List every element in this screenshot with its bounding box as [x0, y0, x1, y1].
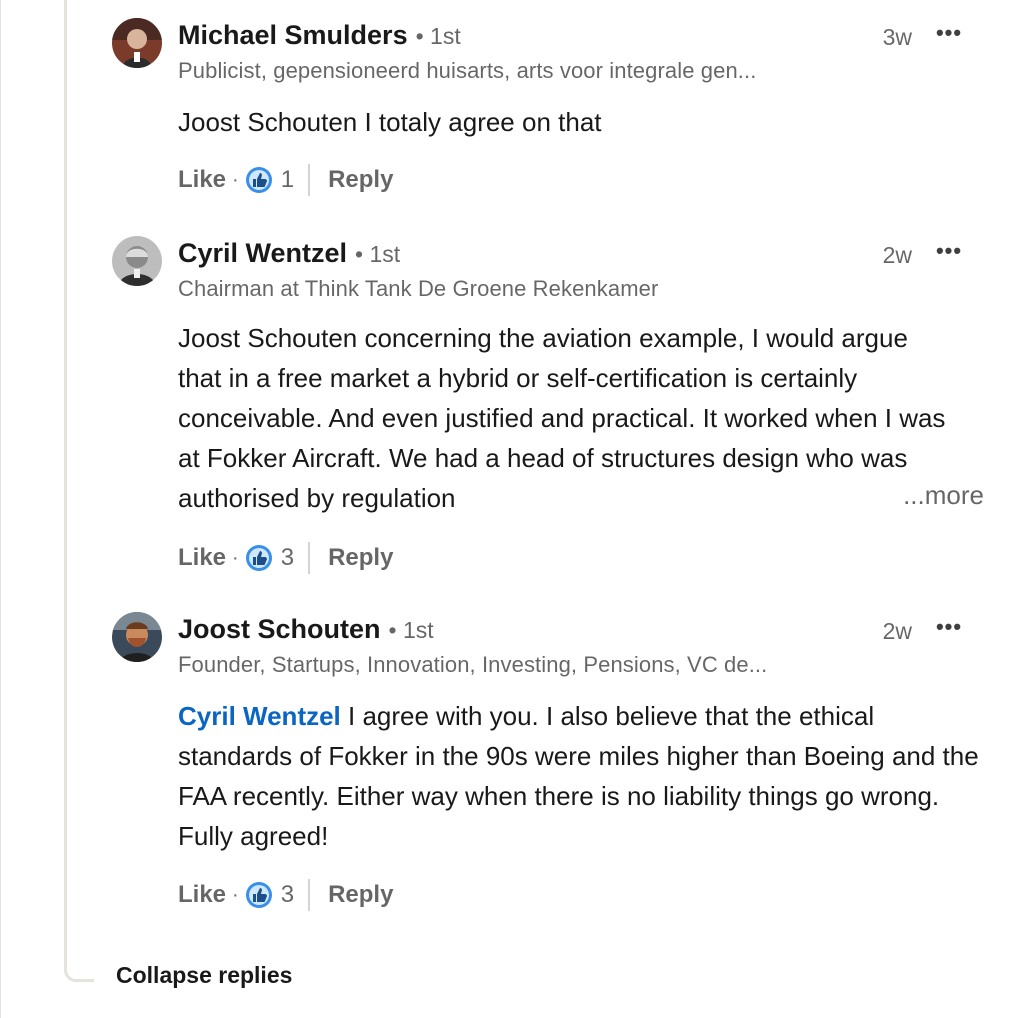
author-line: Cyril Wentzel • 1st: [178, 238, 400, 269]
more-horizontal-icon[interactable]: •••: [932, 236, 966, 266]
reply-button[interactable]: Reply: [328, 881, 393, 909]
timestamp: 2w: [882, 242, 912, 268]
author-headline: Founder, Startups, Innovation, Investing…: [178, 652, 768, 677]
separator: ·: [232, 546, 239, 569]
comment-joost-schouten: Joost Schouten • 1st Founder, Startups, I…: [112, 612, 1002, 922]
connection-degree: • 1st: [355, 241, 401, 267]
avatar[interactable]: [112, 612, 162, 662]
comment-actions: Like · 1 Reply: [178, 163, 393, 197]
divider: [308, 879, 311, 911]
panel-left-border: [0, 0, 1, 1018]
comment-text: Joost Schouten I totaly agree on that: [178, 107, 602, 137]
author-name[interactable]: Michael Smulders: [178, 20, 408, 50]
connection-degree: • 1st: [415, 23, 461, 49]
comment-header: Cyril Wentzel • 1st Chairman at Think Tan…: [178, 236, 1002, 306]
reaction-count[interactable]: 3: [281, 881, 294, 909]
separator: ·: [232, 883, 239, 906]
separator: ·: [232, 168, 239, 191]
timestamp: 2w: [882, 618, 912, 644]
avatar[interactable]: [112, 236, 162, 286]
like-button[interactable]: Like: [178, 166, 226, 194]
avatar[interactable]: [112, 18, 162, 68]
reply-button[interactable]: Reply: [328, 544, 393, 572]
reaction-count[interactable]: 1: [281, 166, 294, 194]
thread-line: [64, 0, 94, 982]
mention-link[interactable]: Cyril Wentzel: [178, 701, 341, 731]
comment-text: Joost Schouten concerning the aviation e…: [178, 323, 946, 513]
author-name[interactable]: Joost Schouten: [178, 614, 381, 644]
author-line: Joost Schouten • 1st: [178, 614, 434, 645]
comment-actions: Like · 3 Reply: [178, 541, 393, 575]
like-button[interactable]: Like: [178, 881, 226, 909]
author-headline: Chairman at Think Tank De Groene Rekenka…: [178, 276, 659, 301]
comment-text: Cyril Wentzel I agree with you. I also b…: [178, 696, 988, 856]
collapse-replies-button[interactable]: Collapse replies: [116, 962, 292, 989]
comment-header: Joost Schouten • 1st Founder, Startups, I…: [178, 612, 1002, 682]
comment-michael-smulders: Michael Smulders • 1st Publicist, gepensi…: [112, 18, 1002, 208]
thumbs-up-icon[interactable]: [245, 544, 273, 572]
comment-header: Michael Smulders • 1st Publicist, gepensi…: [178, 18, 1002, 88]
connection-degree: • 1st: [388, 617, 434, 643]
more-horizontal-icon[interactable]: •••: [932, 18, 966, 48]
more-horizontal-icon[interactable]: •••: [932, 612, 966, 642]
timestamp: 3w: [882, 24, 912, 50]
comment-actions: Like · 3 Reply: [178, 878, 393, 912]
reaction-count[interactable]: 3: [281, 544, 294, 572]
divider: [308, 542, 311, 574]
like-button[interactable]: Like: [178, 544, 226, 572]
author-line: Michael Smulders • 1st: [178, 20, 461, 51]
see-more-link[interactable]: ...more: [903, 480, 984, 511]
divider: [308, 164, 311, 196]
author-headline: Publicist, gepensioneerd huisarts, arts …: [178, 58, 757, 83]
thumbs-up-icon[interactable]: [245, 166, 273, 194]
thumbs-up-icon[interactable]: [245, 881, 273, 909]
author-name[interactable]: Cyril Wentzel: [178, 238, 347, 268]
reply-button[interactable]: Reply: [328, 166, 393, 194]
comment-cyril-wentzel: Cyril Wentzel • 1st Chairman at Think Tan…: [112, 236, 1002, 586]
